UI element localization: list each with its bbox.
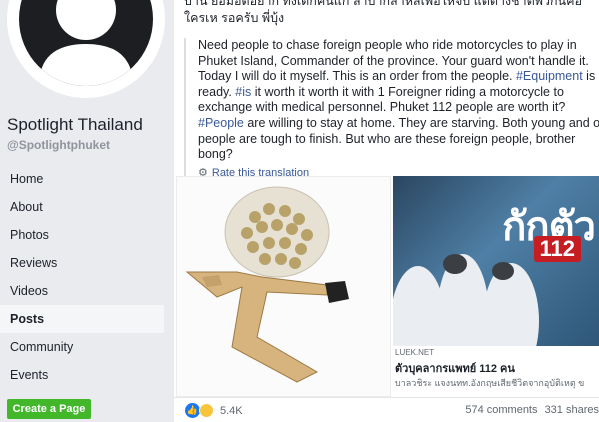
hashtag-link[interactable]: #is [235,85,251,99]
translation-text: it worth it worth it with 1 Foreigner ri… [198,84,566,115]
link-preview-badge: 112 [533,236,581,262]
hashtag-link[interactable]: #Equipment [516,69,583,83]
reaction-count[interactable]: 5.4K [220,405,243,417]
page-nav: Home About Photos Reviews Videos Posts C… [0,165,164,389]
page-handle[interactable]: @Spotlightphuket [7,138,110,152]
translation-text: are willing to stay at home. They are st… [198,115,599,162]
slingshot-image [177,177,390,396]
nav-item-home[interactable]: Home [0,165,164,193]
link-title[interactable]: ตัวบุคลากรแพทย์ 112 คน [395,359,515,377]
page-sidebar: Spotlight Thailand @Spotlightphuket Home… [0,0,172,421]
post-card: บ้าน ยอมอดอยาก ทั้งเด็กคนแก่ ลำบากสาหัสเ… [174,0,599,421]
like-icon: 👍 [185,403,200,418]
page-title[interactable]: Spotlight Thailand [7,115,143,135]
link-preview-image: กักตัว 112 [393,176,599,346]
post-text: บ้าน ยอมอดอยาก ทั้งเด็กคนแก่ ลำบากสาหัสเ… [184,0,582,25]
post-photo-slingshot[interactable] [176,176,391,397]
haha-icon [199,403,214,418]
nav-item-about[interactable]: About [0,193,164,221]
nav-item-events[interactable]: Events [0,361,164,389]
link-description: บาลวชิระ แจงนทท.อังกฤษเสียชีวิตจากอุบัติ… [395,378,585,388]
engagement-counts: 574 comments 331 shares [465,404,599,416]
post-translation: Need people to chase foreign people who … [184,38,599,182]
nav-item-community[interactable]: Community [0,333,164,361]
shares-count[interactable]: 331 shares [545,404,599,416]
avatar-user-icon [19,0,153,86]
link-source: LUEK.NET [395,348,435,357]
hashtag-link[interactable]: #People [198,116,244,130]
post-footer: 👍 5.4K 574 comments 331 shares [174,397,599,422]
reactions[interactable]: 👍 5.4K [185,403,243,418]
nav-item-reviews[interactable]: Reviews [0,249,164,277]
page-avatar[interactable] [7,0,165,98]
nav-item-posts[interactable]: Posts [0,305,164,333]
create-page-button[interactable]: Create a Page [7,399,91,419]
nav-item-photos[interactable]: Photos [0,221,164,249]
nav-item-videos[interactable]: Videos [0,277,164,305]
comments-count[interactable]: 574 comments [465,404,537,416]
link-preview[interactable]: กักตัว 112 LUEK.NET ตัวบุคลากรแพทย์ 112 … [393,176,599,397]
